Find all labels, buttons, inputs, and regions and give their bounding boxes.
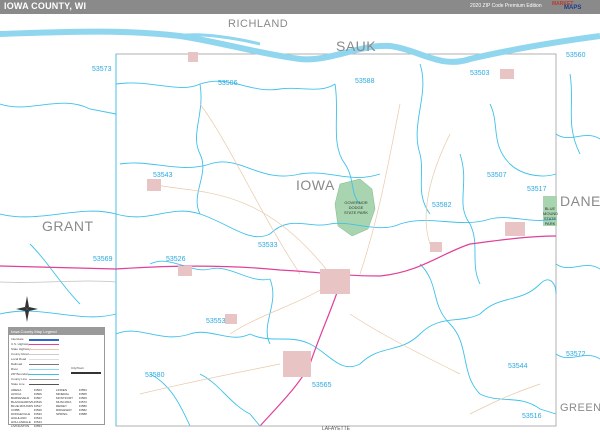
legend-city-label: City/Town bbox=[71, 366, 85, 370]
zip-label: 53582 bbox=[432, 202, 452, 209]
zip-label: 53543 bbox=[153, 172, 173, 179]
zip-label: 53573 bbox=[92, 66, 112, 73]
county-label-iowa: IOWA bbox=[296, 177, 335, 193]
county-label-richland: RICHLAND bbox=[228, 18, 289, 30]
zip-label: 53533 bbox=[258, 242, 278, 249]
map-title: IOWA COUNTY, WI bbox=[4, 1, 87, 11]
zip-label: 53560 bbox=[566, 52, 586, 59]
county-label-lafayette: LAFAYETTE bbox=[322, 426, 350, 432]
legend-row: State Line bbox=[11, 382, 101, 387]
brand-logo: MARKET MAPS bbox=[552, 1, 592, 13]
zip-label: 53503 bbox=[470, 70, 490, 77]
zip-label: 53569 bbox=[93, 256, 113, 263]
map-legend: Iowa County Map Legend Interstate U.S. H… bbox=[8, 327, 105, 428]
zip-label: 53526 bbox=[166, 256, 186, 263]
zip-label: 53506 bbox=[218, 80, 238, 87]
map-frame: IOWA COUNTY, WI 2020 ZIP Code Premium Ed… bbox=[0, 0, 600, 435]
park-label-blue-mound: BLUE MOUND STATE PARK bbox=[543, 206, 559, 226]
county-label-dane: DANE bbox=[560, 193, 600, 209]
park-label-governor-dodge: GOVERNOR DODGE STATE PARK bbox=[344, 200, 369, 215]
scale-bar bbox=[71, 372, 101, 374]
zip-label: 53544 bbox=[508, 363, 528, 370]
edition-label: 2020 ZIP Code Premium Edition bbox=[470, 3, 542, 9]
zip-label: 53580 bbox=[145, 372, 165, 379]
legend-city-row: LIVINGSTON 53554 bbox=[11, 424, 42, 428]
county-label-sauk: SAUK bbox=[336, 38, 377, 54]
legend-title: Iowa County Map Legend bbox=[9, 328, 104, 335]
zip-label: 53553 bbox=[206, 318, 226, 325]
brand-bottom: MAPS bbox=[564, 5, 582, 11]
zip-label: 53565 bbox=[312, 382, 332, 389]
county-label-grant: GRANT bbox=[42, 218, 94, 234]
title-bar: IOWA COUNTY, WI 2020 ZIP Code Premium Ed… bbox=[0, 0, 600, 14]
legend-city-table: ARENA 53503 LINDEN 53553 AVOCA 53506 MINERAL … bbox=[11, 388, 101, 428]
zip-label: 53516 bbox=[522, 413, 542, 420]
zip-label: 53572 bbox=[566, 351, 586, 358]
compass-icon bbox=[16, 296, 38, 322]
county-label-green: GREEN bbox=[560, 402, 600, 414]
zip-label: 53588 bbox=[355, 78, 375, 85]
zip-label: 53517 bbox=[527, 186, 547, 193]
zip-label: 53507 bbox=[487, 172, 507, 179]
